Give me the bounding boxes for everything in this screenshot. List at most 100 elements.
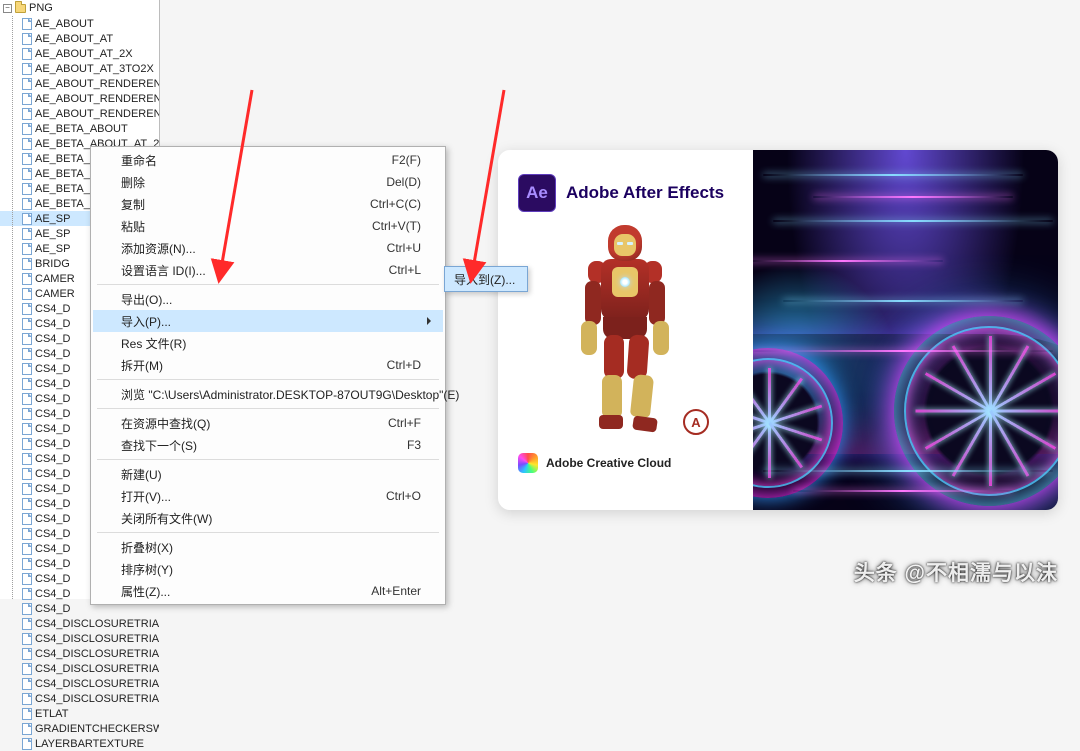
context-menu-item[interactable]: 排序树(Y) — [93, 558, 443, 580]
context-menu-item[interactable]: 折叠树(X) — [93, 536, 443, 558]
page-icon — [22, 363, 32, 375]
tree-item[interactable]: GRADIENTCHECKERSWA — [0, 721, 159, 736]
tree-item[interactable]: LAYERBARTEXTURE — [0, 736, 159, 751]
page-icon — [22, 213, 32, 225]
page-icon — [22, 303, 32, 315]
tree-item-label: AE_ABOUT — [35, 18, 94, 30]
circle-badge-letter: A — [691, 415, 700, 430]
page-icon — [22, 348, 32, 360]
tree-item[interactable]: AE_ABOUT_RENDERENG — [0, 91, 159, 106]
context-menu-shortcut: Ctrl+F — [388, 416, 421, 430]
tree-item-label: CS4_D — [35, 393, 70, 405]
tree-item-label: GRADIENTCHECKERSWA — [35, 723, 159, 735]
context-menu-separator — [97, 532, 439, 533]
context-menu-label: 浏览 "C:\Users\Administrator.DESKTOP-87OUT… — [121, 386, 459, 403]
context-menu-item[interactable]: 导出(O)... — [93, 288, 443, 310]
tree-item-label: AE_ABOUT_RENDERENG — [35, 108, 159, 120]
page-icon — [22, 468, 32, 480]
tree-item-label: BRIDG — [35, 258, 70, 270]
context-menu-label: 折叠树(X) — [121, 539, 421, 556]
tree-item[interactable]: CS4_DISCLOSURETRIA — [0, 646, 159, 661]
page-icon — [22, 258, 32, 270]
tree-item-label: AE_ABOUT_AT_3TO2X — [35, 63, 154, 75]
page-icon — [22, 18, 32, 30]
page-icon — [22, 573, 32, 585]
tree-item[interactable]: AE_BETA_ABOUT — [0, 121, 159, 136]
neon-streak — [783, 300, 1023, 302]
context-menu-item[interactable]: 导入(P)... — [93, 310, 443, 332]
page-icon — [22, 588, 32, 600]
tree-item-label: CS4_D — [35, 333, 70, 345]
context-menu-item[interactable]: 添加资源(N)...Ctrl+U — [93, 237, 443, 259]
splash-artwork — [753, 150, 1058, 510]
tree-item[interactable]: AE_ABOUT_RENDERENG — [0, 106, 159, 121]
creative-cloud-label: Adobe Creative Cloud — [546, 456, 671, 470]
watermark-text: 头条 @不相濡与以沫 — [854, 557, 1058, 587]
context-menu-shortcut: Ctrl+C(C) — [370, 197, 421, 211]
context-menu-item[interactable]: 打开(V)...Ctrl+O — [93, 485, 443, 507]
context-menu-item[interactable]: 浏览 "C:\Users\Administrator.DESKTOP-87OUT… — [93, 383, 443, 405]
tree-item-label: CS4_D — [35, 453, 70, 465]
tree-item-label: ETLAT — [35, 708, 68, 720]
context-menu-item[interactable]: 查找下一个(S)F3 — [93, 434, 443, 456]
ironman-figure — [571, 225, 681, 435]
page-icon — [22, 738, 32, 750]
tree-item[interactable]: CS4_DISCLOSURETRIA — [0, 661, 159, 676]
tree-root-row[interactable]: − PNG — [0, 0, 159, 16]
context-menu-item[interactable]: 删除Del(D) — [93, 171, 443, 193]
tree-item-label: CS4_DISCLOSURETRIA — [35, 633, 159, 645]
page-icon — [22, 378, 32, 390]
page-icon — [22, 108, 32, 120]
page-icon — [22, 543, 32, 555]
page-icon — [22, 333, 32, 345]
context-menu-shortcut: Ctrl+D — [387, 358, 421, 372]
context-menu-label: Res 文件(R) — [121, 335, 421, 352]
tree-item[interactable]: ETLAT — [0, 706, 159, 721]
context-menu-label: 导出(O)... — [121, 291, 421, 308]
tree-item-label: CS4_D — [35, 408, 70, 420]
product-name: Adobe After Effects — [566, 183, 724, 203]
context-menu-item[interactable]: 在资源中查找(Q)Ctrl+F — [93, 412, 443, 434]
context-menu-item[interactable]: 粘贴Ctrl+V(T) — [93, 215, 443, 237]
context-menu-item[interactable]: 设置语言 ID(I)...Ctrl+L — [93, 259, 443, 281]
context-menu-shortcut: Ctrl+O — [386, 489, 421, 503]
context-menu-shortcut: Ctrl+U — [387, 241, 421, 255]
tree-item[interactable]: AE_ABOUT_RENDERENG — [0, 76, 159, 91]
page-icon — [22, 33, 32, 45]
context-menu-item[interactable]: 拆开(M)Ctrl+D — [93, 354, 443, 376]
tree-item-label: AE_ABOUT_AT — [35, 33, 113, 45]
tree-item[interactable]: CS4_DISCLOSURETRIA — [0, 691, 159, 706]
tree-item-label: CS4_D — [35, 318, 70, 330]
context-menu-item[interactable]: 新建(U) — [93, 463, 443, 485]
tree-item[interactable]: CS4_DISCLOSURETRIA — [0, 631, 159, 646]
context-menu[interactable]: 重命名F2(F)删除Del(D)复制Ctrl+C(C)粘贴Ctrl+V(T)添加… — [90, 146, 446, 605]
tree-collapse-icon[interactable]: − — [3, 4, 12, 13]
context-menu-label: 拆开(M) — [121, 357, 387, 374]
neon-streak — [793, 490, 1013, 492]
page-icon — [22, 723, 32, 735]
page-icon — [22, 243, 32, 255]
context-menu-item[interactable]: 复制Ctrl+C(C) — [93, 193, 443, 215]
context-menu-item[interactable]: Res 文件(R) — [93, 332, 443, 354]
page-icon — [22, 708, 32, 720]
creative-cloud-icon — [518, 453, 538, 473]
context-menu-label: 在资源中查找(Q) — [121, 415, 388, 432]
tree-item[interactable]: AE_ABOUT_AT_3TO2X — [0, 61, 159, 76]
tree-item-label: CS4_DISCLOSURETRIA — [35, 693, 159, 705]
tree-item-label: CS4_D — [35, 438, 70, 450]
context-menu-separator — [97, 459, 439, 460]
page-icon — [22, 528, 32, 540]
tree-item[interactable]: AE_ABOUT_AT_2X — [0, 46, 159, 61]
tree-item[interactable]: CS4_DISCLOSURETRIA — [0, 676, 159, 691]
tree-item[interactable]: AE_ABOUT — [0, 16, 159, 31]
page-icon — [22, 183, 32, 195]
tree-item-label: AE_ABOUT_RENDERENG — [35, 93, 159, 105]
folder-icon — [15, 4, 26, 13]
tree-item[interactable]: AE_ABOUT_AT — [0, 31, 159, 46]
tree-item[interactable]: CS4_DISCLOSURETRIA — [0, 616, 159, 631]
neon-streak — [763, 174, 1023, 176]
tree-item-label: CS4_DISCLOSURETRIA — [35, 663, 159, 675]
context-menu-item[interactable]: 重命名F2(F) — [93, 149, 443, 171]
context-menu-item[interactable]: 关闭所有文件(W) — [93, 507, 443, 529]
tree-item-label: CS4_D — [35, 483, 70, 495]
